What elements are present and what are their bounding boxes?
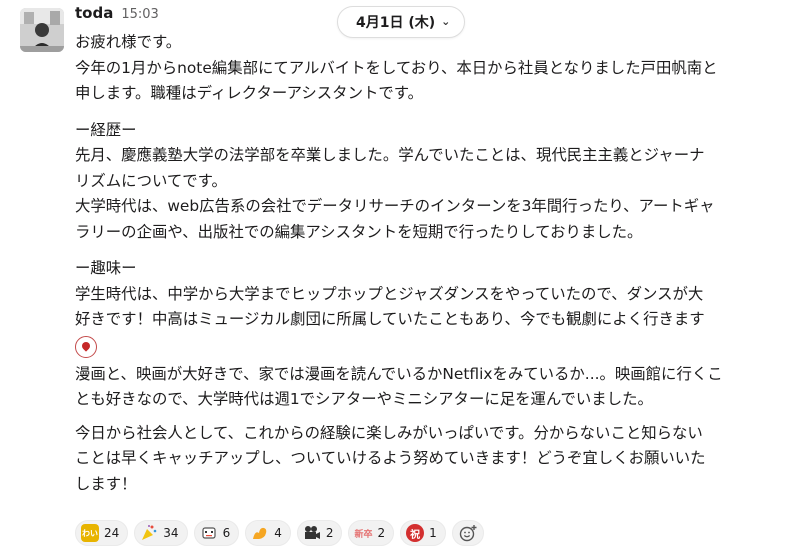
- custom-emoji-icon: [75, 335, 97, 358]
- movie-camera-icon: [303, 524, 321, 542]
- reaction-count: 2: [325, 526, 334, 540]
- add-emoji-icon: [459, 525, 477, 542]
- reactions-bar: わい 24 34 6 4 2 新卒 2 祝 1: [75, 520, 484, 546]
- message-line: 今日から社会人として、これからの経験に楽しみがいっぱいです。分からないこと知らな…: [75, 423, 703, 442]
- message-line: ラリーの企画や、出版社での編集アシスタントを短期で行ったりしておりました。: [75, 222, 643, 241]
- message-line: ことは早くキャッチアップし、ついていけるよう努めていきます！どうぞ宜しくお願いい…: [75, 449, 706, 467]
- message-line: 大学時代は、web広告系の会社でデータリサーチのインターンを3年間行ったり、アー…: [75, 197, 715, 215]
- message-line: 学生時代は、中学から大学までヒップホップとジャズダンスをやっていたので、ダンスが…: [75, 284, 704, 303]
- shinsotsu-icon: 新卒: [354, 529, 373, 540]
- reaction-shinsotsu[interactable]: 新卒 2: [348, 520, 395, 546]
- message-line: 好きです！中高はミュージカル劇団に所属していたこともあり、今でも観劇によく行きま…: [75, 310, 705, 328]
- section-heading: ー経歴ー: [75, 120, 137, 139]
- reaction-movie-camera[interactable]: 2: [296, 520, 343, 546]
- message-line: します！: [75, 474, 137, 493]
- reaction-count: 4: [274, 526, 282, 540]
- reaction-count: 2: [377, 526, 386, 540]
- robot-icon: [200, 524, 218, 542]
- reaction-count: 24: [104, 526, 120, 540]
- message-body: お疲れ様です。 今年の1月からnote編集部にてアルバイトをしており、本日から社…: [75, 30, 790, 497]
- reaction-celebration[interactable]: 祝 1: [400, 520, 446, 546]
- timestamp[interactable]: 15:03: [121, 7, 158, 22]
- avatar[interactable]: [20, 8, 64, 52]
- author-name[interactable]: toda: [75, 4, 113, 22]
- reaction-waiwai[interactable]: わい 24: [75, 520, 129, 546]
- message-line: 先月、慶應義塾大学の法学部を卒業しました。学んでいたことは、現代民主主義とジャー…: [75, 146, 705, 164]
- celebration-kanji-icon: 祝: [406, 524, 425, 542]
- message-line: お疲れ様です。: [75, 33, 182, 51]
- reaction-muscle[interactable]: 4: [245, 520, 291, 546]
- message-line: 漫画と、映画が大好きで、家では漫画を読んでいるかNetflixをみているか...…: [75, 364, 723, 383]
- section-heading: ー趣味ー: [75, 259, 137, 277]
- party-popper-icon: [140, 524, 158, 542]
- reaction-count: 1: [429, 526, 437, 540]
- message-line: リズムについてです。: [75, 171, 227, 190]
- avatar-photo: [20, 8, 64, 52]
- add-reaction-button[interactable]: [451, 520, 484, 546]
- message-line: とも好きなので、大学時代は週1でシアターやミニシアターに足を運んでいました。: [75, 390, 653, 408]
- waiwai-icon: わい: [81, 524, 99, 542]
- message: toda 15:03 お疲れ様です。 今年の1月からnote編集部にてアルバイト…: [75, 4, 790, 497]
- message-line: 申します。職種はディレクターアシスタントです。: [75, 84, 423, 102]
- reaction-party-popper[interactable]: 34: [134, 520, 188, 546]
- reaction-count: 34: [163, 526, 179, 540]
- message-line: 今年の1月からnote編集部にてアルバイトをしており、本日から社員となりました戸…: [75, 58, 718, 77]
- reaction-robot[interactable]: 6: [193, 520, 240, 546]
- reaction-count: 6: [222, 526, 231, 540]
- muscle-icon: [251, 524, 269, 542]
